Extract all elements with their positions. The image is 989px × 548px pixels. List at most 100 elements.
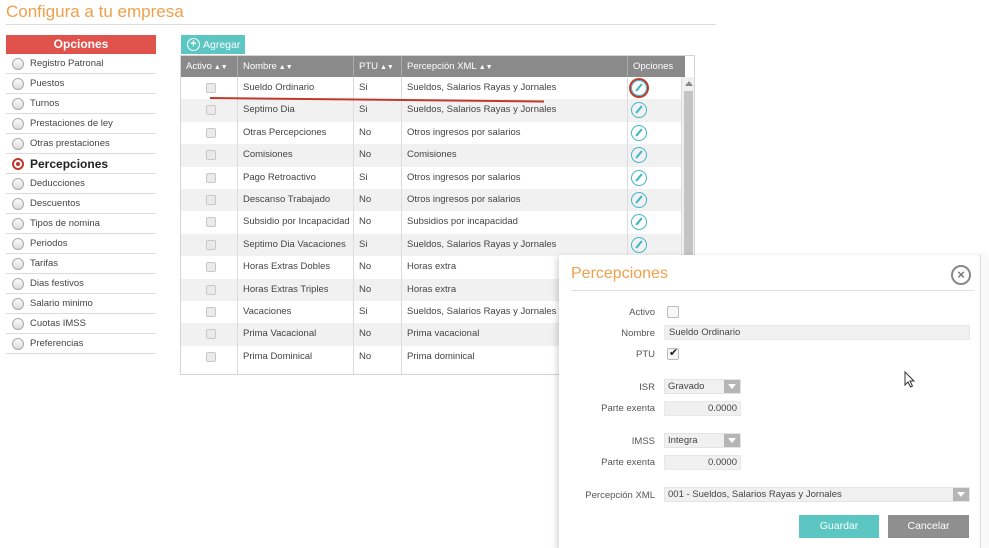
row-active-checkbox[interactable] [206, 105, 216, 116]
radio-icon[interactable] [12, 97, 24, 110]
cell-nombre: Septimo Dia [243, 104, 295, 116]
cell-nombre: Septimo Dia Vacaciones [243, 238, 346, 250]
sidebar-item-dias-festivos[interactable]: Dias festivos [6, 274, 156, 294]
sidebar-header: Opciones [6, 35, 156, 54]
sidebar-item-otras-prestaciones[interactable]: Otras prestaciones [6, 134, 156, 154]
activo-checkbox[interactable] [667, 306, 679, 318]
edit-pencil-icon[interactable] [631, 147, 647, 164]
table-row[interactable]: Pago Retroactivo Si Otros ingresos por sal… [181, 167, 685, 189]
close-icon[interactable]: × [951, 265, 971, 285]
sidebar-item-descuentos[interactable]: Descuentos [6, 194, 156, 214]
row-active-checkbox[interactable] [206, 83, 216, 93]
table-row[interactable]: Comisiones No Comisiones [181, 144, 685, 167]
sidebar-item-label: Tipos de nomina [30, 218, 100, 229]
parte-exenta-imss-field[interactable]: 0.0000 [664, 455, 741, 470]
radio-icon[interactable] [12, 257, 24, 270]
row-active-checkbox[interactable] [206, 150, 216, 161]
column-ptu[interactable]: PTU ▲▼ [354, 56, 402, 77]
sidebar-item-puestos[interactable]: Puestos [6, 74, 156, 94]
column-opciones: Opciones [633, 61, 674, 72]
table-row[interactable]: Sueldo Ordinario Si Sueldos, Salarios Raya… [181, 77, 685, 99]
radio-icon[interactable] [12, 277, 24, 290]
row-active-checkbox[interactable] [206, 351, 216, 362]
table-row[interactable]: Descanso Trabajado No Otros ingresos por s… [181, 188, 685, 212]
sidebar-item-label: Percepciones [30, 156, 109, 171]
sidebar-item-cuotas-imss[interactable]: Cuotas IMSS [6, 314, 156, 334]
cell-ptu: No [359, 283, 372, 295]
ptu-checkbox[interactable] [667, 346, 679, 360]
sidebar-item-preferencias[interactable]: Preferencias [6, 334, 156, 354]
cell-ptu: No [359, 149, 372, 161]
column-activo[interactable]: Activo ▲▼ [181, 56, 238, 77]
radio-icon[interactable] [12, 57, 24, 70]
row-active-checkbox[interactable] [206, 217, 216, 228]
modal-scrollbar[interactable] [980, 255, 987, 548]
nombre-label: Nombre [621, 328, 655, 339]
edit-pencil-icon[interactable] [631, 236, 647, 253]
row-active-checkbox[interactable] [206, 284, 216, 295]
row-active-checkbox[interactable] [206, 329, 216, 340]
isr-select[interactable]: Gravado [664, 379, 741, 394]
radio-icon[interactable] [12, 297, 24, 310]
edit-pencil-icon[interactable] [631, 124, 647, 141]
sidebar-item-prestaciones-de-ley[interactable]: Prestaciones de ley [6, 114, 156, 134]
cell-ptu: No [359, 126, 372, 138]
sidebar-item-turnos[interactable]: Turnos [6, 94, 156, 114]
row-active-checkbox[interactable] [206, 262, 216, 273]
scroll-up-icon[interactable] [685, 81, 693, 86]
edit-pencil-icon[interactable] [631, 169, 647, 186]
percepcion-xml-select[interactable]: 001 - Sueldos, Salarios Rayas y Jornales [664, 487, 970, 502]
activo-label: Activo [629, 307, 655, 318]
row-active-checkbox[interactable] [206, 172, 216, 183]
radio-icon[interactable] [12, 177, 24, 190]
scroll-thumb[interactable] [684, 91, 693, 261]
row-active-checkbox[interactable] [206, 127, 216, 138]
cell-ptu: Si [359, 171, 368, 183]
row-active-checkbox[interactable] [206, 239, 216, 250]
row-active-checkbox[interactable] [206, 194, 216, 205]
radio-icon[interactable] [12, 317, 24, 330]
table-row[interactable]: Otras Percepciones No Otros ingresos por s… [181, 122, 685, 144]
radio-icon[interactable] [12, 217, 24, 230]
table-row[interactable]: Subsidio por Incapacidad No Subsidios por … [181, 211, 685, 233]
edit-pencil-icon[interactable] [631, 80, 647, 96]
table-row[interactable]: Septimo Dia Vacaciones Si Sueldos, Salario… [181, 233, 685, 257]
sidebar-item-label: Deducciones [30, 178, 85, 189]
edit-pencil-icon[interactable] [631, 214, 647, 231]
add-button[interactable]: + Agregar [181, 35, 245, 54]
sidebar-item-percepciones[interactable]: Percepciones [6, 154, 156, 174]
sidebar-item-tarifas[interactable]: Tarifas [6, 254, 156, 274]
edit-pencil-icon[interactable] [631, 191, 647, 208]
column-percepcion-xml[interactable]: Percepción XML ▲▼ [402, 56, 628, 77]
column-nombre[interactable]: Nombre ▲▼ [238, 56, 354, 77]
table-row[interactable]: Septimo Dia Si Sueldos, Salarios Rayas y J… [181, 99, 685, 122]
sidebar-item-deducciones[interactable]: Deducciones [6, 174, 156, 194]
row-active-checkbox[interactable] [206, 306, 216, 317]
modal-divider [571, 290, 975, 291]
nombre-field[interactable]: Sueldo Ordinario [664, 325, 970, 340]
radio-icon[interactable] [12, 197, 24, 210]
percepciones-modal: Percepciones × Activo Nombre Sueldo Ordi… [559, 255, 987, 548]
sidebar-item-periodos[interactable]: Periodos [6, 234, 156, 254]
sidebar-item-registro-patronal[interactable]: Registro Patronal [6, 54, 156, 74]
sidebar-item-label: Prestaciones de ley [30, 118, 113, 129]
cancel-button[interactable]: Cancelar [888, 515, 969, 538]
sidebar-item-label: Puestos [30, 78, 65, 89]
edit-pencil-icon[interactable] [631, 102, 647, 119]
sidebar-item-tipos-de-nomina[interactable]: Tipos de nomina [6, 214, 156, 234]
cell-nombre: Otras Percepciones [243, 126, 327, 138]
cell-ptu: Si [359, 305, 368, 317]
radio-icon[interactable] [12, 137, 24, 150]
radio-icon[interactable] [12, 77, 24, 90]
cell-ptu: No [359, 216, 372, 228]
sidebar-item-label: Periodos [30, 238, 68, 249]
save-button[interactable]: Guardar [799, 515, 879, 538]
radio-icon[interactable] [12, 237, 24, 250]
radio-icon[interactable] [12, 117, 24, 130]
imss-select[interactable]: Integra [664, 433, 741, 448]
radio-icon[interactable] [12, 337, 24, 350]
parte-exenta-isr-field[interactable]: 0.0000 [664, 401, 741, 416]
sidebar-item-salario-minimo[interactable]: Salario minimo [6, 294, 156, 314]
imss-label: IMSS [631, 436, 655, 447]
radio-selected-icon[interactable] [12, 157, 24, 170]
